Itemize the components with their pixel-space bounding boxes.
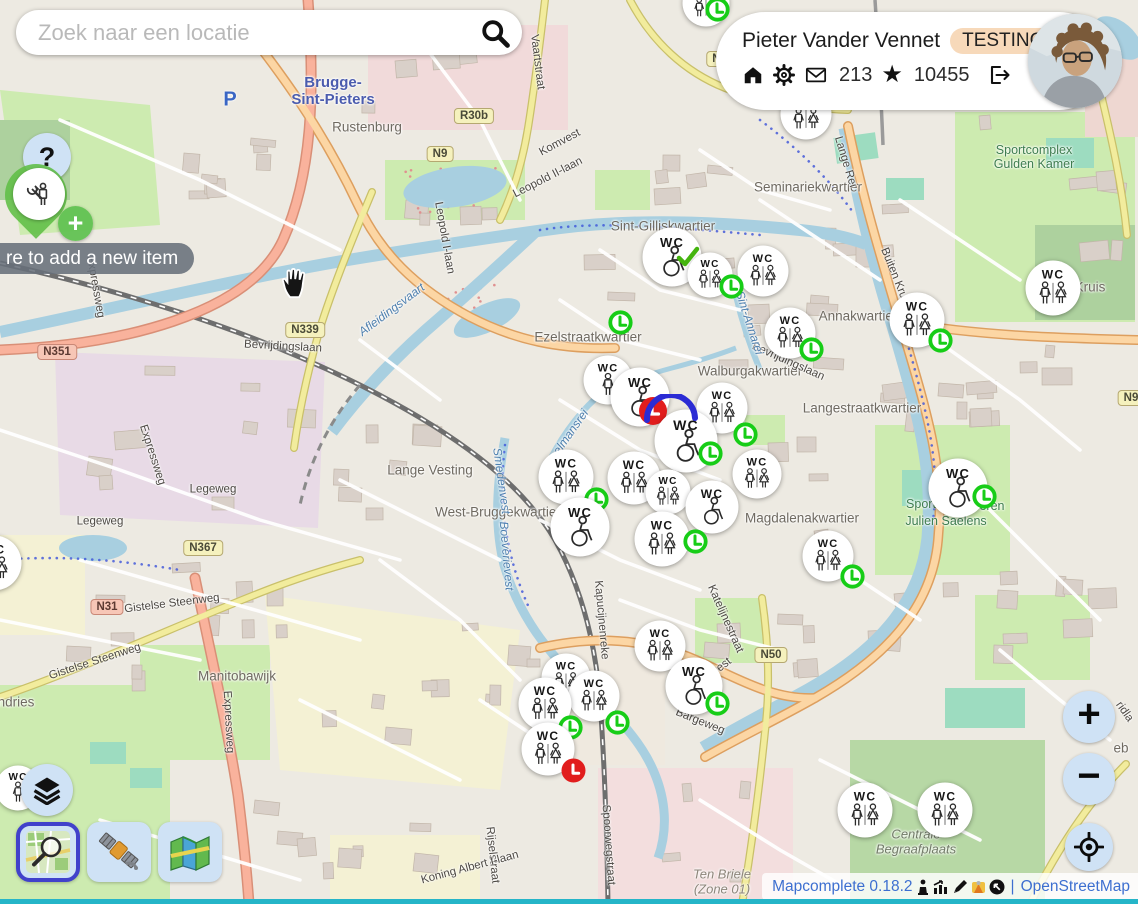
map-pin-toilet[interactable]: WC [732,449,782,499]
map-pin-toilet[interactable]: WC [687,252,733,298]
svg-text:WC: WC [623,458,645,472]
map-pin-toilet[interactable]: WC [837,782,893,838]
map-pin-toilet[interactable]: WC [917,782,973,838]
svg-text:WC: WC [534,684,556,698]
map-pin-toilet[interactable]: WC [737,245,789,297]
map-canvas[interactable]: Brugge- Sint-PietersRustenburgSint-Gilli… [0,0,1138,904]
layers-button[interactable] [21,764,73,816]
circle-arrow-icon[interactable] [989,879,1005,895]
svg-text:WC: WC [712,390,733,402]
background-chooser [16,822,222,882]
add-plus-icon: + [58,206,93,241]
svg-text:WC: WC [934,790,956,804]
map-pin-toilet[interactable]: WC [764,307,816,359]
zoom-out-button[interactable]: − [1063,753,1115,805]
svg-text:WC: WC [753,253,774,265]
map-pin-toilet[interactable]: WC [568,670,620,722]
svg-text:WC: WC [0,543,5,557]
svg-text:WC: WC [747,457,768,469]
svg-text:WC: WC [650,628,671,640]
logout-icon[interactable] [987,63,1011,87]
svg-text:WC: WC [555,457,577,471]
map-pin-toilet[interactable]: WC [521,722,575,776]
map-pin-toilet[interactable]: WC [634,511,690,567]
world-map-icon [167,830,213,874]
map-pin-toilet[interactable]: WC [682,0,730,27]
svg-text:WC: WC [780,315,801,327]
zoom-in-button[interactable]: + [1063,691,1115,743]
attribution-bar: Mapcomplete 0.18.2 | OpenStreetMap [762,873,1138,900]
svg-text:WC: WC [651,519,673,533]
search-icon[interactable] [478,16,512,50]
search-input[interactable] [36,19,478,47]
map-pin-toilet[interactable]: WC [654,409,718,473]
user-name[interactable]: Pieter Vander Vennet [742,29,940,53]
background-osm-carto-button[interactable] [16,822,80,882]
background-satellite-button[interactable] [87,822,151,882]
attribution-osm-link[interactable]: OpenStreetMap [1021,878,1130,896]
svg-text:WC: WC [658,476,677,487]
user-avatar[interactable] [1028,14,1122,108]
map-pin-toilet[interactable]: WC [0,535,22,591]
svg-text:WC: WC [818,538,839,550]
crosshair-icon [1074,832,1104,862]
add-new-item-icon [13,168,65,220]
search-bar [16,10,522,55]
svg-text:WC: WC [1042,268,1064,282]
background-map-button[interactable] [158,822,222,882]
map-pin-toilet[interactable]: WC [665,657,723,715]
svg-text:WC: WC [854,790,876,804]
attribution-separator: | [1011,878,1015,896]
satellite-icon [96,830,142,874]
map-pin-toilet[interactable]: WC [685,480,739,534]
pencil-icon[interactable] [952,879,968,895]
gear-icon[interactable] [773,64,795,86]
add-new-item-pin[interactable]: + [0,158,100,268]
osm-carto-icon [25,830,71,874]
svg-text:WC: WC [537,729,559,743]
envelope-icon[interactable] [804,64,828,86]
map-pin-toilet[interactable]: WC [802,530,854,582]
parking-label: P [223,89,236,112]
star-icon[interactable]: ★ [881,63,903,87]
chart-icon[interactable] [933,879,949,895]
statistics-icon[interactable] [916,879,930,895]
attribution-app-link[interactable]: Mapcomplete 0.18.2 [772,878,912,896]
messages-count[interactable]: 213 [839,64,872,87]
bottom-strip [0,899,1138,904]
community-icon[interactable] [971,879,986,894]
geolocate-button[interactable] [1065,823,1113,871]
map-pin-toilet[interactable]: WC [1025,260,1081,316]
home-icon[interactable] [742,64,764,86]
map-pin-toilet[interactable]: WC [889,292,945,348]
map-pin-toilet[interactable]: WC [928,458,988,518]
svg-text:WC: WC [584,678,605,690]
layers-icon [32,775,62,805]
changesets-count[interactable]: 10455 [914,64,970,87]
svg-text:WC: WC [906,300,928,314]
map-pin-toilet[interactable]: WC [550,497,610,557]
svg-text:WC: WC [700,259,719,270]
